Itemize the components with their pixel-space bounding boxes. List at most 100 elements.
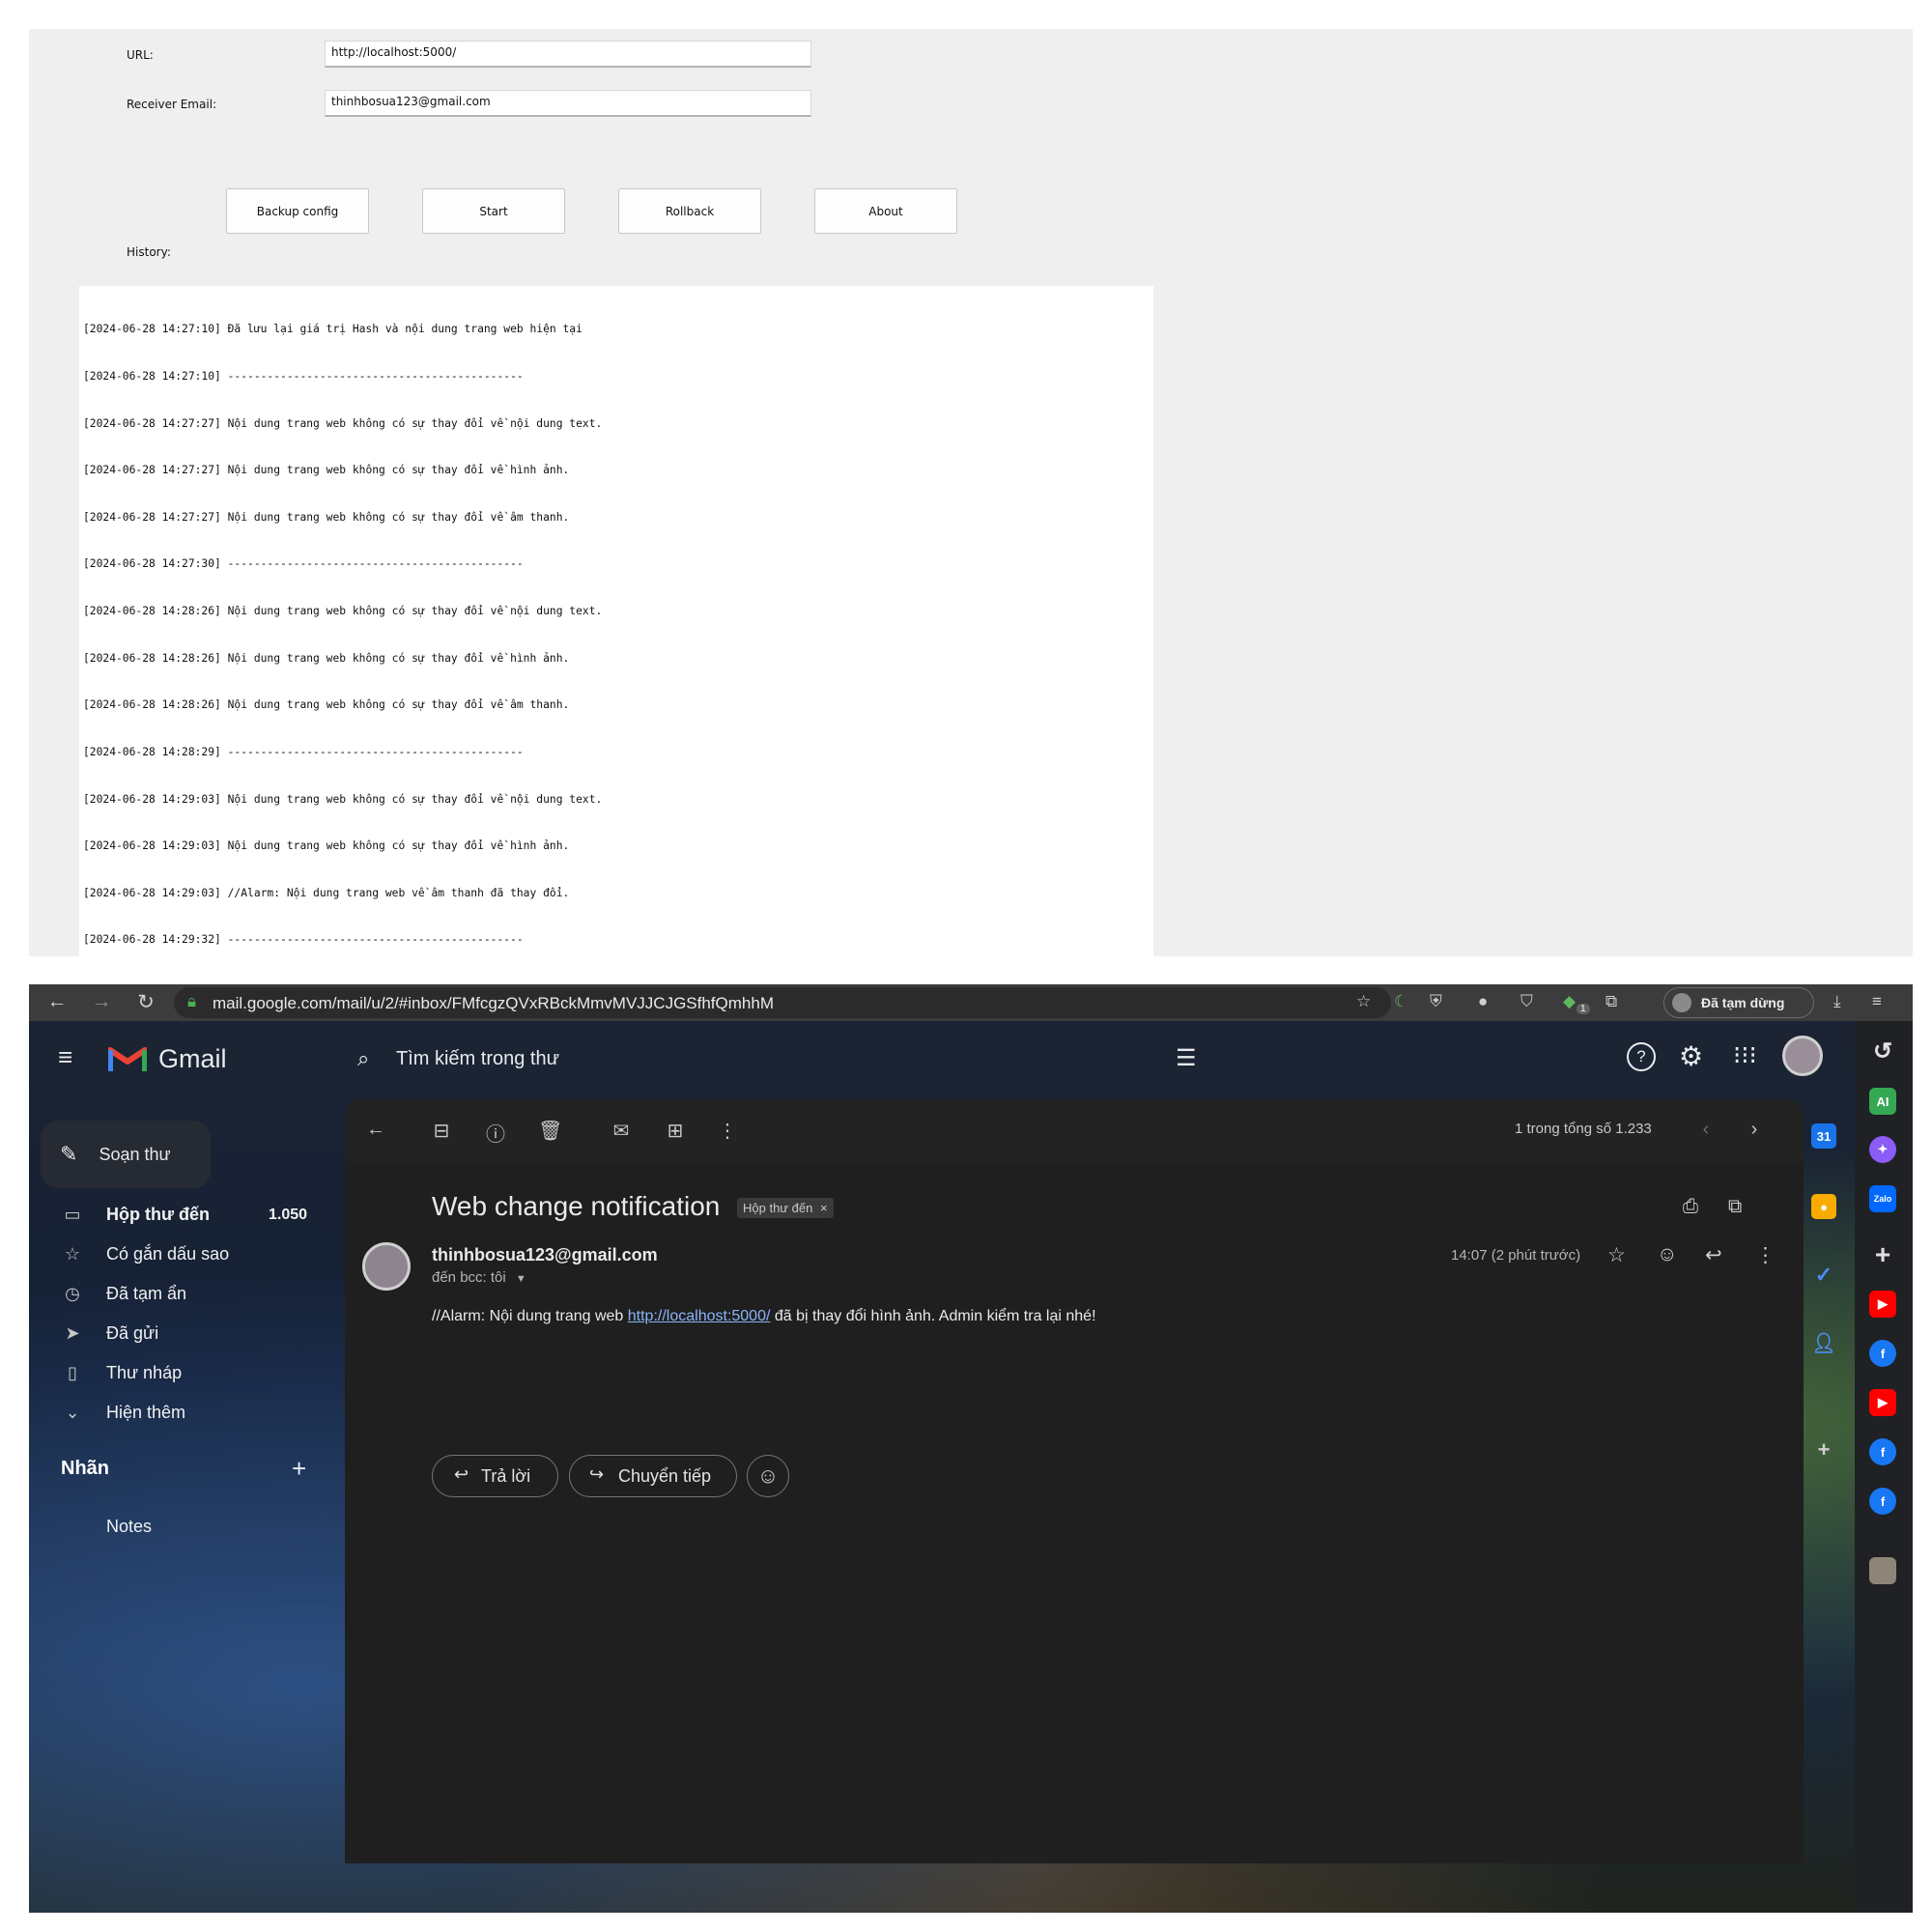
sender-avatar[interactable] [362, 1242, 411, 1291]
sidebar-item-label: Hiện thêm [106, 1403, 186, 1422]
remove-label-close-icon[interactable]: × [820, 1201, 828, 1215]
print-icon[interactable]: ⎙ [1683, 1196, 1698, 1218]
zalo-icon[interactable]: Zalo [1869, 1185, 1896, 1212]
messenger-icon[interactable]: ✦ [1869, 1136, 1896, 1163]
youtube-icon[interactable]: ▶ [1869, 1291, 1896, 1318]
bookmark-star-icon[interactable]: ☆ [1356, 992, 1371, 1011]
browser-window: ← → ↻ 🔒︎ mail.google.com/mail/u/2/#inbox… [29, 984, 1913, 1913]
recipient-details[interactable]: đến bcc: tôi ▼ [432, 1269, 526, 1286]
reply-icon[interactable]: ↩ [1705, 1243, 1722, 1267]
search-icon[interactable]: ⌕ [357, 1046, 369, 1071]
receiver-email-field[interactable]: thinhbosua123@gmail.com [325, 90, 811, 117]
sender-email[interactable]: thinhbosua123@gmail.com [432, 1245, 658, 1265]
prev-message-chevron-icon[interactable]: ‹ [1694, 1119, 1718, 1141]
profile-avatar [1672, 993, 1691, 1012]
privacy-shield-icon[interactable]: ⛉ [1520, 992, 1533, 1011]
message-time: 14:07 (2 phút trước) [1451, 1247, 1581, 1264]
reply-arrow-icon: ↩ [454, 1464, 469, 1484]
dark-mode-moon-icon[interactable]: ☾ [1394, 992, 1408, 1011]
menu-icon[interactable]: ≡ [1872, 992, 1882, 1011]
send-icon: ➤ [65, 1323, 80, 1343]
message-body: //Alarm: Nội dung trang web http://local… [432, 1308, 1096, 1325]
archive-icon[interactable]: ⊟ [430, 1119, 453, 1143]
emoji-react-button[interactable]: ☺ [747, 1455, 789, 1497]
history-label: History: [127, 245, 171, 259]
forward-button[interactable]: ↪ Chuyển tiếp [569, 1455, 737, 1497]
chevron-down-icon: ⌄ [65, 1403, 80, 1422]
history-icon[interactable]: ↺ [1869, 1037, 1896, 1065]
download-icon[interactable]: ⤓ [1833, 992, 1841, 1011]
backup-config-button[interactable]: Backup config [226, 188, 369, 234]
sidebar-item-label: Đã gửi [106, 1323, 159, 1343]
history-line: [2024-06-28 14:27:30] ------------------… [83, 557, 524, 571]
shield-icon[interactable]: ⛨ [1430, 992, 1442, 1011]
back-arrow-icon[interactable]: ← [364, 1119, 387, 1141]
history-log[interactable]: [2024-06-28 14:27:10] Đã lưu lại giá trị… [79, 286, 1153, 956]
history-line: [2024-06-28 14:29:03] //Alarm: Nội dung … [83, 886, 570, 899]
vpn-extension-icon[interactable]: ◆ [1563, 992, 1576, 1011]
inbox-label-chip[interactable]: Hộp thư đến × [737, 1198, 834, 1218]
main-menu-icon[interactable]: ≡ [58, 1042, 72, 1072]
settings-gear-icon[interactable]: ⚙ [1679, 1040, 1703, 1072]
star-icon[interactable]: ☆ [1607, 1243, 1626, 1267]
history-line: [2024-06-28 14:27:27] Nội dung trang web… [83, 464, 570, 477]
user-avatar-thumbnail[interactable] [1869, 1557, 1896, 1584]
extension-circle-icon[interactable]: ● [1478, 992, 1488, 1011]
facebook-icon[interactable]: f [1869, 1340, 1896, 1367]
rollback-button[interactable]: Rollback [618, 188, 761, 234]
history-line: [2024-06-28 14:29:03] Nội dung trang web… [83, 839, 570, 853]
start-button[interactable]: Start [422, 188, 565, 234]
forward-arrow-icon[interactable]: → [89, 990, 114, 1013]
more-vertical-icon[interactable]: ⋮ [716, 1119, 739, 1143]
compose-button[interactable]: ✎ Soạn thư [41, 1121, 211, 1188]
url-field[interactable]: http://localhost:5000/ [325, 41, 811, 68]
add-label-plus-icon[interactable]: + [292, 1454, 306, 1484]
labels-heading: Nhãn [61, 1458, 109, 1479]
address-bar[interactable]: 🔒︎ mail.google.com/mail/u/2/#inbox/FMfcg… [174, 987, 1391, 1018]
ai-assistant-icon[interactable]: AI [1869, 1088, 1896, 1115]
emoji-reaction-icon[interactable]: ☺ [1657, 1243, 1677, 1266]
add-sidebar-plus-icon[interactable]: + [1869, 1239, 1896, 1269]
add-addon-plus-icon[interactable]: + [1811, 1437, 1836, 1463]
move-to-folder-icon[interactable]: ⊞ [664, 1119, 687, 1143]
mark-unread-icon[interactable]: ✉ [610, 1119, 633, 1143]
more-vertical-icon[interactable]: ⋮ [1755, 1243, 1776, 1267]
delete-trash-icon[interactable]: 🗑︎ [538, 1119, 562, 1143]
sidebar-item-label: Đã tạm ẩn [106, 1284, 187, 1303]
browser-sidebar: ↺ AI ✦ Zalo + ▶ f ▶ f f [1855, 1021, 1913, 1913]
inbox-icon: ▭ [64, 1205, 81, 1224]
apps-grid-icon[interactable]: ⁝⁝⁝ [1733, 1040, 1757, 1070]
body-link[interactable]: http://localhost:5000/ [628, 1308, 771, 1324]
history-line: [2024-06-28 14:27:27] Nội dung trang web… [83, 416, 603, 430]
message-pane: ← ⊟ ⓘ 🗑︎ ✉ ⊞ ⋮ 1 trong tổng số 1.233 ‹ ›… [345, 1099, 1804, 1863]
keep-addon-icon[interactable]: ● [1811, 1194, 1836, 1219]
about-button[interactable]: About [814, 188, 957, 234]
contacts-addon-icon[interactable]: 👤︎ [1811, 1330, 1836, 1355]
reload-icon[interactable]: ↻ [133, 990, 158, 1014]
back-arrow-icon[interactable]: ← [44, 990, 70, 1013]
next-message-chevron-icon[interactable]: › [1743, 1119, 1766, 1141]
account-avatar[interactable] [1782, 1036, 1823, 1076]
forward-arrow-icon: ↪ [589, 1464, 605, 1484]
puzzle-extensions-icon[interactable]: ⧉ [1605, 992, 1617, 1011]
browser-toolbar: ← → ↻ 🔒︎ mail.google.com/mail/u/2/#inbox… [29, 984, 1913, 1021]
reply-button[interactable]: ↩ Trả lời [432, 1455, 558, 1497]
help-icon[interactable]: ? [1627, 1042, 1656, 1071]
profile-paused-button[interactable]: Đã tạm dừng [1663, 987, 1814, 1018]
history-line: [2024-06-28 14:28:26] Nội dung trang web… [83, 698, 570, 712]
label-chip-text: Hộp thư đến [743, 1201, 813, 1215]
tasks-addon-icon[interactable]: ✓ [1811, 1263, 1836, 1288]
history-line: [2024-06-28 14:27:27] Nội dung trang web… [83, 510, 570, 524]
message-subject: Web change notification [432, 1191, 721, 1221]
report-spam-icon[interactable]: ⓘ [484, 1119, 507, 1147]
facebook-icon[interactable]: f [1869, 1488, 1896, 1515]
youtube-icon[interactable]: ▶ [1869, 1389, 1896, 1416]
facebook-icon[interactable]: f [1869, 1438, 1896, 1465]
calendar-addon-icon[interactable]: 31 [1811, 1123, 1836, 1149]
search-input[interactable]: Tìm kiếm trong thư [396, 1048, 559, 1070]
recipient-text: đến bcc: tôi [432, 1269, 506, 1286]
caret-down-icon[interactable]: ▼ [516, 1273, 526, 1285]
open-new-window-icon[interactable]: ⧉ [1728, 1196, 1742, 1218]
search-filters-icon[interactable]: ☰ [1176, 1044, 1197, 1072]
gmail-app: ≡ Gmail ⌕ Tìm kiếm trong thư ☰ ? ⚙ ⁝⁝⁝ ✎… [29, 1021, 1855, 1913]
